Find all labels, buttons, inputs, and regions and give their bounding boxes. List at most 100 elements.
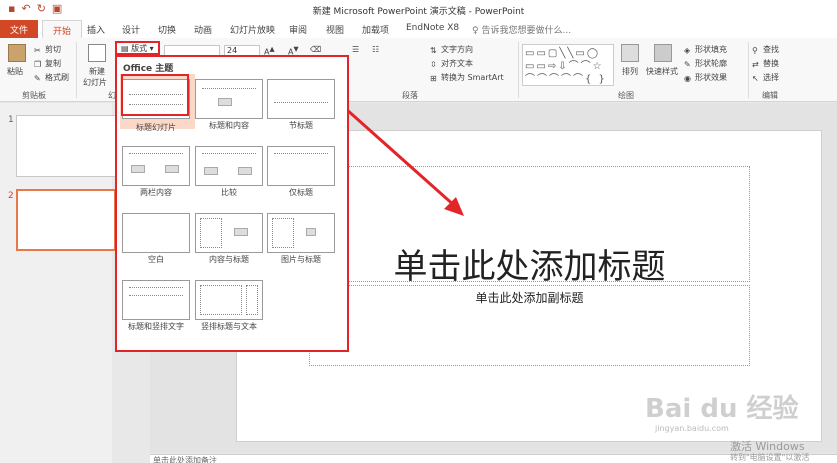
layout-label: 内容与标题 [209, 255, 249, 264]
quick-styles-icon[interactable] [654, 44, 672, 62]
separator [518, 42, 519, 98]
numbering-icon[interactable]: ☷ [372, 45, 379, 54]
layout-two-content[interactable]: 两栏内容 [122, 146, 190, 198]
format-painter-button[interactable]: ✎ 格式刷 [34, 72, 69, 83]
bullets-icon[interactable]: ☰ [352, 45, 359, 54]
layout-title-vertical-text[interactable]: 标题和竖排文字 [122, 280, 190, 332]
paragraph-group-label: 段落 [402, 91, 418, 100]
slide-thumbnail-panel: 1 2 [0, 103, 116, 463]
quick-styles-button[interactable]: 快速样式 [646, 66, 678, 77]
tell-me-box[interactable]: ♀ 告诉我您想要做什么... [472, 23, 571, 36]
baidu-watermark: Bai du 经验 [645, 394, 799, 424]
smartart-button[interactable]: ⊞ 转换为 SmartArt [430, 72, 504, 83]
layout-picture-caption[interactable]: 图片与标题 [267, 213, 335, 265]
text-direction-icon: ⇅ [430, 46, 437, 55]
layout-comparison[interactable]: 比较 [195, 146, 263, 198]
find-button[interactable]: ⚲ 查找 [752, 44, 779, 55]
arrow-shaft [345, 107, 457, 209]
brush-icon: ✎ [34, 74, 41, 83]
tab-animations[interactable]: 动画 [194, 23, 212, 36]
paint-bucket-icon: ◈ [684, 46, 691, 55]
separator [748, 42, 749, 98]
slide-thumbnail-selected[interactable] [16, 189, 116, 251]
subtitle-placeholder[interactable]: 单击此处添加副标题 [309, 285, 750, 366]
copy-label: 复制 [45, 59, 61, 68]
layout-gallery-dropdown: Office 主题 标题幻灯片 标题和内容 节标题 两栏内容 比较 仅标题 空白… [115, 55, 349, 352]
annotation-arrow-icon [345, 107, 464, 216]
subtitle-placeholder-text: 单击此处添加副标题 [475, 291, 584, 305]
smartart-label: 转换为 SmartArt [441, 73, 504, 82]
layout-button[interactable]: ▤ 版式 ▾ [115, 41, 160, 55]
new-slide-label-1[interactable]: 新建 [89, 66, 105, 77]
slide-thumbnail[interactable] [16, 115, 116, 177]
format-painter-label: 格式刷 [45, 73, 69, 82]
drawing-group-label: 绘图 [618, 91, 634, 100]
shape-fill-label: 形状填充 [695, 45, 727, 54]
layout-vertical-title-text[interactable]: 竖排标题与文本 [195, 280, 263, 332]
text-direction-button[interactable]: ⇅ 文字方向 [430, 44, 473, 55]
tab-review[interactable]: 审阅 [289, 23, 307, 36]
layout-label: 图片与标题 [281, 255, 321, 264]
layout-label: 两栏内容 [140, 188, 172, 197]
content-icon [238, 167, 252, 175]
layout-thumb [267, 146, 335, 186]
dashed-box [272, 218, 294, 248]
layout-label: 标题和竖排文字 [128, 322, 184, 331]
shape-fill-button[interactable]: ◈ 形状填充 [684, 44, 727, 55]
new-slide-label-2[interactable]: 幻灯片 [83, 77, 107, 88]
replace-button[interactable]: ⇄ 替换 [752, 58, 779, 69]
replace-label: 替换 [763, 59, 779, 68]
dashed-line [129, 153, 183, 154]
dashed-line [202, 88, 256, 89]
selected-layout-frame [121, 74, 189, 116]
tell-me-text: 告诉我您想要做什么... [481, 26, 572, 36]
layout-thumb [195, 213, 263, 253]
tab-design[interactable]: 设计 [122, 23, 140, 36]
tab-slideshow[interactable]: 幻灯片放映 [230, 23, 275, 36]
layout-blank[interactable]: 空白 [122, 213, 190, 265]
align-text-label: 对齐文本 [441, 59, 473, 68]
smartart-icon: ⊞ [430, 74, 437, 83]
tab-home[interactable]: 开始 [42, 20, 82, 39]
content-icon [234, 228, 248, 236]
layout-thumb [122, 280, 190, 320]
separator [76, 42, 77, 98]
activate-windows-subtext: 转到"电脑设置"以激活 [730, 453, 810, 462]
copy-button[interactable]: ❐ 复制 [34, 58, 61, 69]
ribbon-tabs: 文件 开始 插入 设计 切换 动画 幻灯片放映 审阅 视图 加载项 EndNot… [0, 20, 837, 39]
cut-label: 剪切 [45, 45, 61, 54]
shapes-gallery[interactable]: ▭▭▢╲╲▭◯ ▭▭⇨⇩⌒⌒☆ ⌒⌒⌒⌒⌒{ } [522, 44, 614, 86]
tab-endnote[interactable]: EndNote X8 [406, 23, 459, 33]
picture-icon [306, 228, 316, 236]
clear-format-icon[interactable]: ⌫ [310, 45, 321, 54]
select-button[interactable]: ↖ 选择 [752, 72, 779, 83]
cut-button[interactable]: ✂ 剪切 [34, 44, 61, 55]
dashed-box [200, 285, 242, 315]
tab-view[interactable]: 视图 [326, 23, 344, 36]
layout-title-content[interactable]: 标题和内容 [195, 79, 263, 131]
new-slide-icon[interactable] [88, 44, 106, 62]
tab-transitions[interactable]: 切换 [158, 23, 176, 36]
arrange-button[interactable]: 排列 [622, 66, 638, 77]
arrange-icon[interactable] [621, 44, 639, 62]
tab-insert[interactable]: 插入 [87, 23, 105, 36]
paste-button[interactable]: 粘贴 [7, 66, 23, 77]
shape-outline-button[interactable]: ✎ 形状轮廓 [684, 58, 727, 69]
align-text-icon: ⇳ [430, 60, 437, 69]
tab-addins[interactable]: 加载项 [362, 23, 389, 36]
layout-content-caption[interactable]: 内容与标题 [195, 213, 263, 265]
editing-group-label: 编辑 [762, 91, 778, 100]
layout-title-only[interactable]: 仅标题 [267, 146, 335, 198]
layout-thumb [267, 213, 335, 253]
paste-icon[interactable] [8, 44, 26, 62]
layout-label: 空白 [148, 255, 164, 264]
layout-label: 比较 [221, 188, 237, 197]
shape-effects-button[interactable]: ◉ 形状效果 [684, 72, 727, 83]
watermark-url: jingyan.baidu.com [655, 424, 729, 433]
align-text-button[interactable]: ⇳ 对齐文本 [430, 58, 473, 69]
layout-label: 竖排标题与文本 [201, 322, 257, 331]
title-placeholder-text: 单击此处添加标题 [393, 247, 666, 287]
layout-section-header[interactable]: 节标题 [267, 79, 335, 131]
gallery-header: Office 主题 [123, 64, 174, 74]
tab-file[interactable]: 文件 [0, 20, 38, 38]
